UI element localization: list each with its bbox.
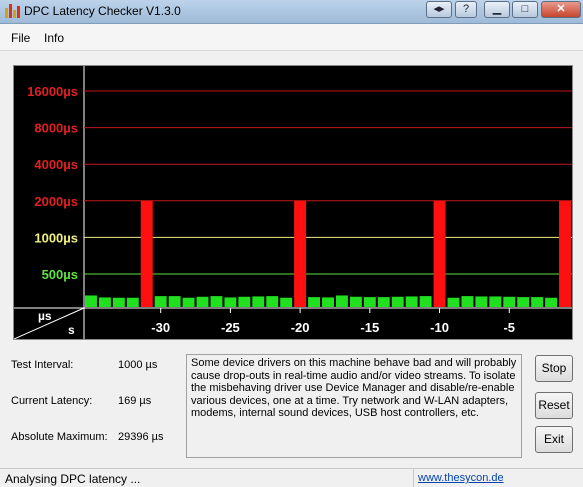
- status-divider: [413, 469, 414, 487]
- latency-bar: [363, 297, 376, 307]
- menu-bar: File Info: [0, 24, 583, 51]
- latency-bar: [210, 296, 223, 307]
- latency-bar: [419, 296, 432, 307]
- x-tick-label: -5: [503, 320, 515, 335]
- latency-bar: [461, 296, 474, 307]
- exit-button[interactable]: Exit: [535, 426, 573, 453]
- latency-bar: [126, 297, 139, 307]
- help-button[interactable]: ?: [455, 1, 477, 18]
- latency-bar: [405, 296, 418, 307]
- restore-arrows-icon[interactable]: ◂▸: [426, 1, 452, 18]
- latency-bar: [559, 200, 571, 307]
- latency-bar: [503, 296, 516, 307]
- latency-bar: [531, 297, 544, 307]
- test-interval-label: Test Interval:: [11, 359, 74, 371]
- latency-bar: [545, 297, 558, 307]
- latency-graph: 16000µs 8000µs 4000µs 2000µs 1000µs 500µs µs s -…: [13, 65, 573, 340]
- y-axis-unit: µs: [38, 309, 52, 323]
- menu-info[interactable]: Info: [44, 31, 64, 45]
- latency-bar: [140, 200, 153, 307]
- latency-bar: [391, 296, 404, 307]
- latency-bar: [280, 297, 293, 307]
- current-latency-value: 169 µs: [118, 395, 152, 407]
- latency-bar: [112, 297, 125, 307]
- latency-bar: [238, 296, 251, 307]
- test-interval-value: 1000 µs: [118, 359, 158, 371]
- app-icon: [5, 4, 20, 18]
- website-link[interactable]: www.thesycon.de: [418, 472, 504, 484]
- latency-bar: [517, 297, 530, 307]
- minimize-button[interactable]: ▁: [484, 1, 510, 18]
- status-bar: Analysing DPC latency ... www.thesycon.d…: [0, 468, 583, 487]
- latency-bar: [196, 296, 209, 307]
- stop-button[interactable]: Stop: [535, 355, 573, 382]
- latency-bar: [475, 296, 488, 307]
- absolute-max-label: Absolute Maximum:: [11, 431, 108, 443]
- close-button[interactable]: ✕: [541, 1, 581, 18]
- y-tick-label: 1000µs: [34, 230, 78, 245]
- latency-bar: [335, 295, 348, 307]
- reset-button[interactable]: Reset: [535, 392, 573, 419]
- latency-bar: [489, 296, 502, 307]
- latency-bar: [308, 297, 321, 307]
- latency-bar: [168, 296, 181, 307]
- y-tick-label: 500µs: [42, 267, 78, 282]
- x-tick-label: -15: [360, 320, 379, 335]
- y-tick-label: 2000µs: [34, 194, 78, 209]
- latency-chart: 16000µs 8000µs 4000µs 2000µs 1000µs 500µs µs s -…: [14, 66, 572, 339]
- latency-bar: [224, 297, 237, 307]
- description-text: Some device drivers on this machine beha…: [186, 354, 522, 458]
- latency-bar: [322, 297, 334, 307]
- latency-bar: [98, 297, 111, 307]
- window-title: DPC Latency Checker V1.3.0: [24, 4, 181, 18]
- latency-bar: [85, 295, 97, 307]
- latency-bar: [154, 296, 167, 307]
- title-bar: DPC Latency Checker V1.3.0 ◂▸ ? ▁ □ ✕: [0, 0, 583, 24]
- latency-bar: [266, 296, 279, 307]
- absolute-max-value: 29396 µs: [118, 431, 164, 443]
- y-tick-label: 4000µs: [34, 157, 78, 172]
- status-text: Analysing DPC latency ...: [5, 472, 141, 486]
- latency-bar: [377, 297, 390, 307]
- current-latency-label: Current Latency:: [11, 395, 93, 407]
- maximize-button[interactable]: □: [512, 1, 538, 18]
- y-tick-label: 8000µs: [34, 121, 78, 136]
- menu-file[interactable]: File: [11, 31, 30, 45]
- x-tick-label: -10: [430, 320, 449, 335]
- x-axis-unit: s: [68, 323, 75, 337]
- latency-bar: [447, 297, 460, 307]
- latency-bar: [182, 297, 195, 307]
- x-tick-label: -25: [221, 320, 240, 335]
- latency-bar: [294, 200, 307, 307]
- latency-bar: [433, 200, 446, 307]
- y-tick-label: 16000µs: [27, 84, 78, 99]
- x-tick-label: -20: [291, 320, 310, 335]
- latency-bar: [252, 296, 265, 307]
- x-tick-label: -30: [151, 320, 170, 335]
- latency-bar: [349, 296, 362, 307]
